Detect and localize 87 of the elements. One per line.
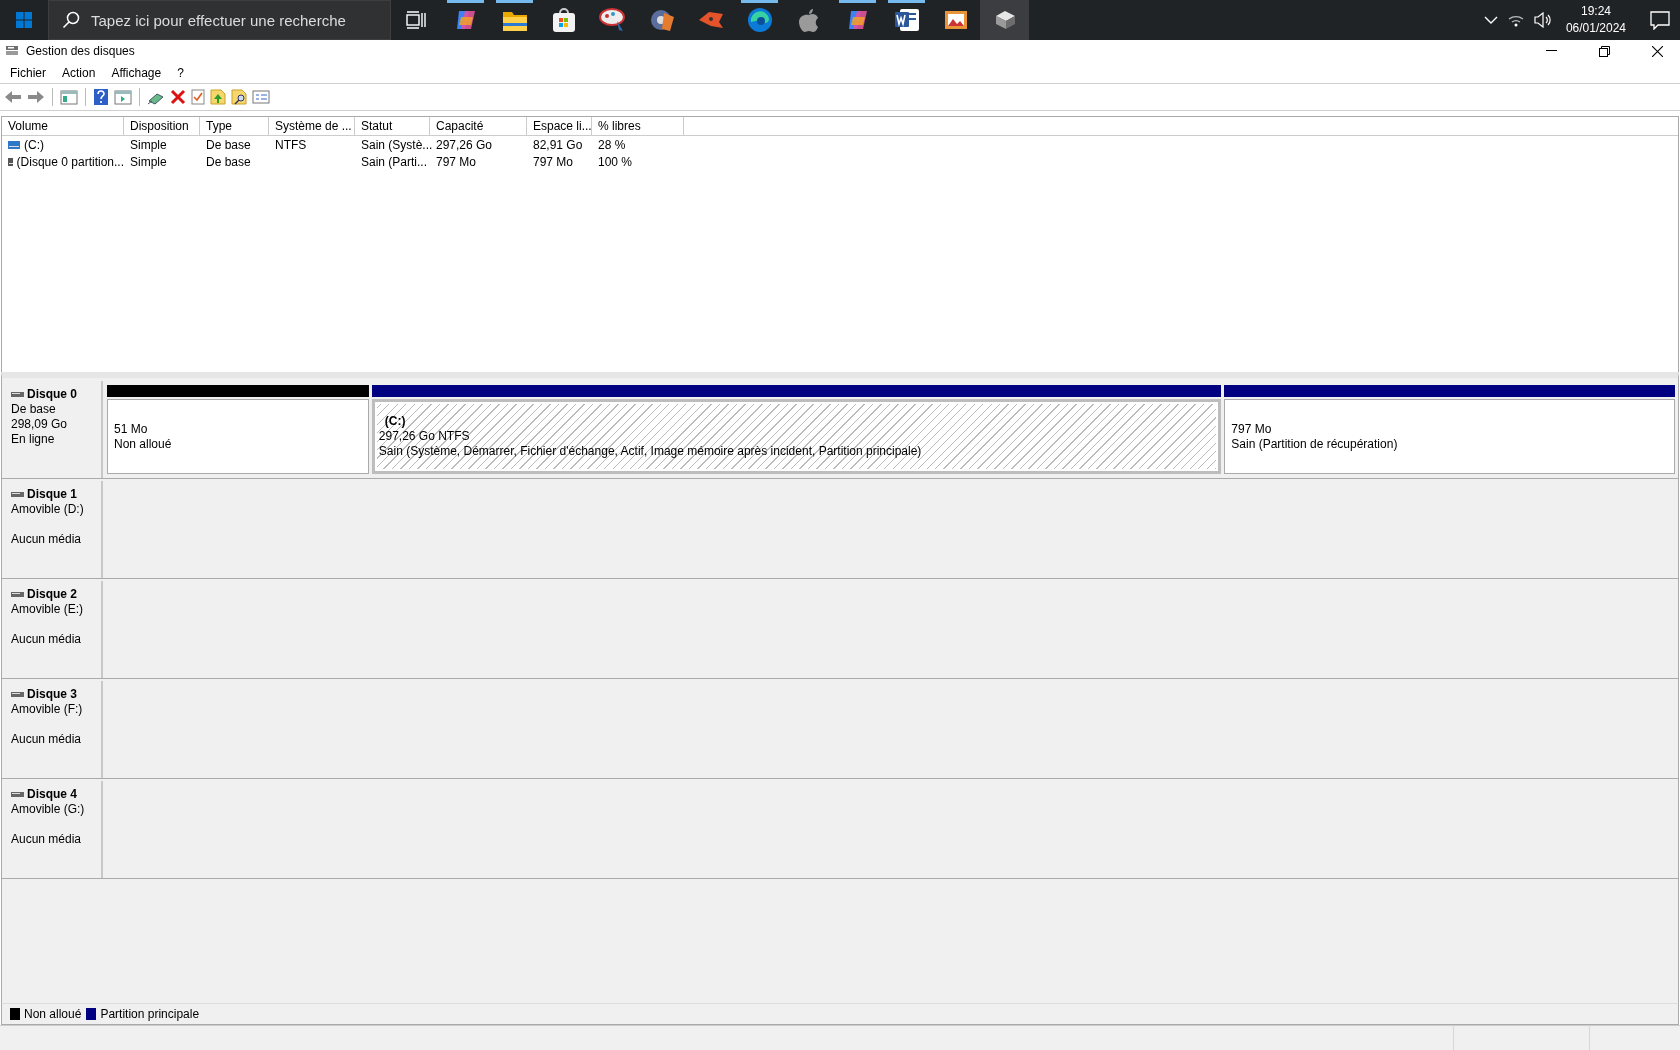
speaker-icon[interactable] xyxy=(1533,12,1552,28)
partition-label: (C:) xyxy=(383,414,407,429)
clock-date: 06/01/2024 xyxy=(1565,20,1626,37)
partition-size: 51 Mo xyxy=(114,421,149,437)
disk-name: Disque 1 xyxy=(27,487,77,502)
disk-status: Aucun média xyxy=(11,532,82,547)
disk-type: Amovible (F:) xyxy=(11,702,83,717)
partition-block[interactable]: 51 Mo Non alloué xyxy=(107,399,369,474)
disk-type: Amovible (D:) xyxy=(11,502,84,517)
partition-status: Sain (Partition de récupération) xyxy=(1231,436,1399,452)
palette-icon xyxy=(598,7,627,33)
volume-drive-icon xyxy=(8,140,20,149)
volume-drive-icon xyxy=(8,157,13,166)
delete-icon[interactable] xyxy=(170,89,186,105)
table-cell: 100 % xyxy=(598,154,633,169)
partition-block[interactable]: (C:) 297,26 Go NTFS Sain (Système, Démarrer, Fichier d'échange, Actif, Image mémoire après incident, Partition principale) xyxy=(371,399,1222,474)
edge-icon xyxy=(746,7,773,33)
help-icon[interactable] xyxy=(93,88,109,106)
table-cell: Sain (Systè... xyxy=(361,137,433,152)
column-header[interactable]: Système de ... xyxy=(269,117,355,135)
legend-label: Partition principale xyxy=(100,1007,200,1021)
column-header[interactable]: Capacité xyxy=(430,117,527,135)
action-pane-icon[interactable] xyxy=(114,89,132,105)
checklist-icon[interactable] xyxy=(191,89,205,105)
disk-name: Disque 4 xyxy=(27,787,77,802)
chevron-up-icon[interactable] xyxy=(1483,15,1498,25)
shopping-bag-icon xyxy=(551,7,576,33)
console-tree-icon[interactable] xyxy=(60,89,78,105)
partition-size: 297,26 Go NTFS xyxy=(378,429,471,444)
word-document-icon xyxy=(893,7,920,33)
column-header[interactable]: Type xyxy=(200,117,269,135)
partition-status: Non alloué xyxy=(114,436,173,452)
restore-icon xyxy=(1598,45,1610,57)
disk-name: Disque 3 xyxy=(27,687,77,702)
windows-start-icon[interactable] xyxy=(16,12,32,28)
disk-type: Amovible (E:) xyxy=(11,602,84,617)
menu-item[interactable]: Action xyxy=(54,65,104,80)
table-cell: (Disque 0 partition... xyxy=(16,154,124,169)
forward-arrow-icon[interactable] xyxy=(27,89,45,105)
table-cell: (C:) xyxy=(24,137,44,152)
disk-type: De base xyxy=(11,402,56,417)
table-cell: 297,26 Go xyxy=(436,137,493,152)
disk-status: Aucun média xyxy=(11,632,82,647)
disk-name: Disque 0 xyxy=(27,387,77,402)
minimize-icon xyxy=(1545,50,1557,52)
folder-search-icon[interactable] xyxy=(231,89,247,105)
disk-name: Disque 2 xyxy=(27,587,77,602)
network-icon[interactable] xyxy=(1507,13,1524,27)
table-cell: Sain (Parti... xyxy=(361,154,428,169)
menu-item[interactable]: Affichage xyxy=(103,65,170,80)
disk-status: Aucun média xyxy=(11,832,82,847)
disk-type: Amovible (G:) xyxy=(11,802,85,817)
table-cell: De base xyxy=(206,154,251,169)
notification-icon[interactable] xyxy=(1650,10,1670,30)
disk-status: En ligne xyxy=(11,432,55,447)
partition-size: 797 Mo xyxy=(1231,421,1273,437)
back-arrow-icon[interactable] xyxy=(4,89,22,105)
column-header[interactable]: Statut xyxy=(355,117,430,135)
table-cell: NTFS xyxy=(275,137,307,152)
table-cell: De base xyxy=(206,137,251,152)
disk-manager-icon xyxy=(5,45,19,57)
column-header[interactable]: Volume xyxy=(2,117,124,135)
table-cell: 82,91 Go xyxy=(533,137,583,152)
menu-item[interactable]: ? xyxy=(169,65,192,80)
taskbar-app-button[interactable] xyxy=(980,0,1029,40)
partition-block[interactable]: 797 Mo Sain (Partition de récupération) xyxy=(1224,399,1675,474)
folder-up-icon[interactable] xyxy=(210,89,226,105)
column-header[interactable]: Espace li... xyxy=(527,117,592,135)
table-cell: Simple xyxy=(130,137,167,152)
menu-item[interactable]: Fichier xyxy=(2,65,54,80)
clock-time: 19:24 xyxy=(1580,3,1611,20)
disk-status: Aucun média xyxy=(11,732,82,747)
disk-size: 298,09 Go xyxy=(11,417,68,432)
clock[interactable]: 19:24 06/01/2024 xyxy=(1565,3,1626,37)
search-field[interactable]: Tapez ici pour effectuer une recherche xyxy=(48,0,391,40)
table-cell: 28 % xyxy=(598,137,626,152)
legend-label: Non alloué xyxy=(24,1007,82,1021)
apple-icon xyxy=(798,8,819,32)
task-view-icon[interactable] xyxy=(406,11,426,29)
table-cell: 797 Mo xyxy=(436,154,477,169)
column-header[interactable]: Disposition xyxy=(124,117,200,135)
close-icon xyxy=(1651,45,1663,57)
table-cell: 797 Mo xyxy=(533,154,574,169)
partition-status: Sain (Système, Démarrer, Fichier d'échange, Actif, Image mémoire après incident, Partition principale) xyxy=(378,444,923,459)
table-cell: Simple xyxy=(130,154,167,169)
column-header[interactable]: % libres xyxy=(592,117,684,135)
window-title: Gestion des disques xyxy=(26,44,136,58)
